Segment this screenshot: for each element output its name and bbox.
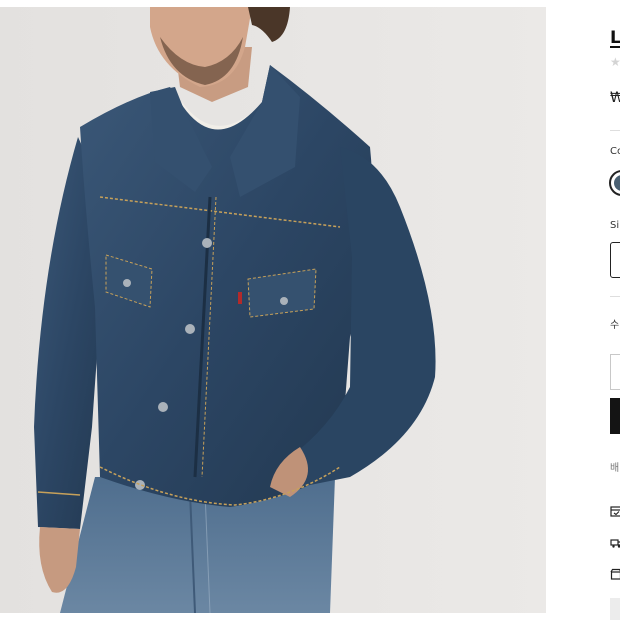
color-swatch-fill	[614, 175, 620, 191]
color-swatch[interactable]	[609, 170, 620, 196]
product-info-panel: L ★ ₩ Co Si 수 배	[546, 0, 620, 620]
product-price: ₩	[610, 90, 620, 106]
quantity-stepper[interactable]	[610, 354, 620, 390]
secondary-button[interactable]	[610, 598, 620, 620]
divider	[610, 130, 620, 131]
title-underline	[610, 46, 620, 48]
store-icon	[610, 568, 620, 580]
rating-stars[interactable]: ★	[610, 55, 620, 69]
product-title: L	[610, 28, 620, 48]
size-label: Si	[610, 220, 620, 231]
calendar-icon	[610, 506, 620, 517]
quantity-label: 수	[610, 320, 620, 331]
truck-icon	[610, 539, 620, 548]
product-photo[interactable]	[0, 7, 546, 613]
shipping-label: 배	[610, 463, 620, 474]
size-option[interactable]	[610, 242, 620, 278]
divider	[610, 296, 620, 297]
add-to-cart-button[interactable]	[610, 398, 620, 434]
product-image	[0, 7, 546, 613]
color-label: Co	[610, 146, 620, 157]
